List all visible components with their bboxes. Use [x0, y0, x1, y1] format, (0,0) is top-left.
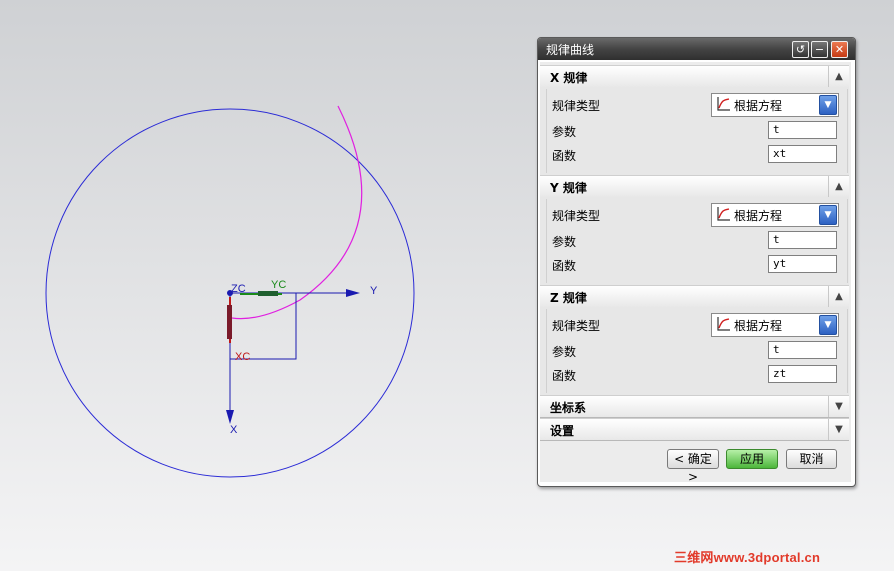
yc-handle-grip[interactable] — [258, 291, 278, 296]
x-law-group-title: X 规律 — [550, 71, 588, 85]
y-label: Y — [370, 285, 378, 297]
xc-label: XC — [235, 351, 250, 363]
x-law-type-label: 规律类型 — [552, 99, 601, 113]
equation-law-icon — [717, 317, 730, 331]
y-func-input[interactable]: yt — [768, 255, 837, 273]
x-law-group-header[interactable]: X 规律 ▲ — [540, 65, 849, 88]
x-param-label: 参数 — [552, 125, 577, 139]
chevron-down-icon[interactable]: ▼ — [819, 205, 837, 225]
y-param-label: 参数 — [552, 235, 577, 249]
equation-law-icon — [717, 207, 730, 221]
z-law-group-title: Z 规律 — [550, 291, 587, 305]
z-law-type-value: 根据方程 — [734, 319, 783, 333]
chevron-down-icon[interactable]: ▼ — [828, 396, 849, 417]
y-law-type-value: 根据方程 — [734, 209, 783, 223]
law-curve-dialog: 规律曲线 ↺ − ✕ X 规律 ▲ 规律类型 根据方程 ▼ 参数 t 函数 xt — [537, 37, 856, 487]
minimize-icon[interactable]: − — [811, 41, 828, 58]
xc-handle-grip[interactable] — [227, 305, 232, 339]
z-param-input[interactable]: t — [768, 341, 837, 359]
dialog-title: 规律曲线 — [546, 43, 595, 57]
chevron-down-icon[interactable]: ▼ — [819, 315, 837, 335]
dialog-content: X 规律 ▲ 规律类型 根据方程 ▼ 参数 t 函数 xt Y 规律 ▲ 规律类… — [540, 62, 851, 482]
reset-icon[interactable]: ↺ — [792, 41, 809, 58]
csys-group-header[interactable]: 坐标系 ▼ — [540, 395, 849, 418]
equation-law-icon — [717, 97, 730, 111]
z-law-type-select[interactable]: 根据方程 ▼ — [711, 313, 839, 337]
y-axis-arrow — [346, 289, 360, 297]
y-law-group-body: 规律类型 根据方程 ▼ 参数 t 函数 yt — [540, 197, 849, 285]
apply-button[interactable]: 应用 — [726, 449, 778, 469]
settings-group-header[interactable]: 设置 ▼ — [540, 418, 849, 441]
close-icon[interactable]: ✕ — [831, 41, 848, 58]
chevron-up-icon[interactable]: ▲ — [828, 286, 849, 307]
z-param-label: 参数 — [552, 345, 577, 359]
dialog-titlebar[interactable]: 规律曲线 ↺ − ✕ — [538, 38, 855, 60]
law-spiral-curve[interactable] — [231, 105, 363, 320]
y-func-label: 函数 — [552, 259, 577, 273]
zc-label: ZC — [231, 283, 246, 295]
x-param-input[interactable]: t — [768, 121, 837, 139]
y-param-input[interactable]: t — [768, 231, 837, 249]
watermark: 三维网www.3dportal.cn — [674, 550, 821, 565]
z-law-group-header[interactable]: Z 规律 ▲ — [540, 285, 849, 308]
y-law-type-select[interactable]: 根据方程 ▼ — [711, 203, 839, 227]
chevron-down-icon[interactable]: ▼ — [819, 95, 837, 115]
x-label: X — [230, 424, 238, 436]
x-func-input[interactable]: xt — [768, 145, 837, 163]
x-func-label: 函数 — [552, 149, 577, 163]
z-func-label: 函数 — [552, 369, 577, 383]
chevron-up-icon[interactable]: ▲ — [828, 66, 849, 87]
cancel-button[interactable]: 取消 — [786, 449, 837, 469]
z-law-group-body: 规律类型 根据方程 ▼ 参数 t 函数 zt — [540, 307, 849, 395]
x-law-group-body: 规律类型 根据方程 ▼ 参数 t 函数 xt — [540, 87, 849, 175]
ok-button[interactable]: < 确定 > — [667, 449, 719, 484]
z-func-input[interactable]: zt — [768, 365, 837, 383]
chevron-down-icon[interactable]: ▼ — [828, 419, 849, 440]
csys-group-title: 坐标系 — [550, 401, 587, 415]
y-law-type-label: 规律类型 — [552, 209, 601, 223]
x-axis-arrow — [226, 410, 234, 424]
y-law-group-header[interactable]: Y 规律 ▲ — [540, 175, 849, 198]
chevron-up-icon[interactable]: ▲ — [828, 176, 849, 197]
x-law-type-select[interactable]: 根据方程 ▼ — [711, 93, 839, 117]
y-law-group-title: Y 规律 — [550, 181, 587, 195]
yc-label: YC — [271, 279, 286, 291]
settings-group-title: 设置 — [550, 424, 575, 438]
dimension-rectangle — [229, 292, 297, 360]
z-law-type-label: 规律类型 — [552, 319, 601, 333]
x-law-type-value: 根据方程 — [734, 99, 783, 113]
